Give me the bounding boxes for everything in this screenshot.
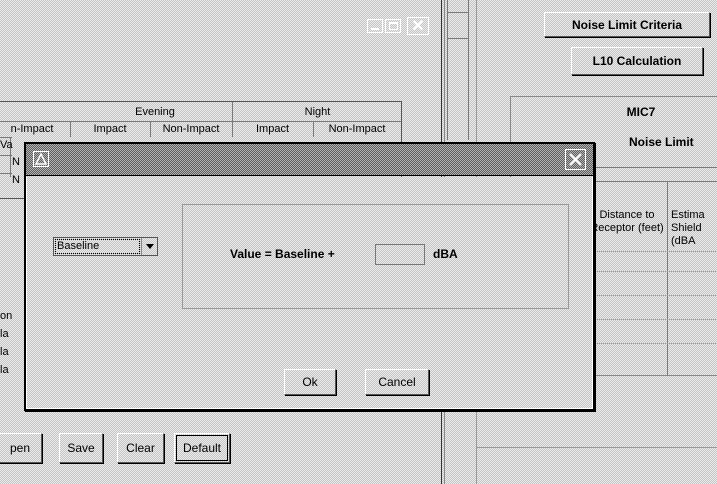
chevron-down-icon[interactable] bbox=[141, 238, 157, 255]
noise-limit-label: Noise Limit bbox=[629, 135, 694, 149]
row-fragment: la bbox=[0, 346, 9, 358]
right-window-bottom-line bbox=[476, 447, 717, 448]
l10-calculation-button[interactable]: L10 Calculation bbox=[571, 47, 703, 75]
dialog-close-icon[interactable] bbox=[565, 149, 586, 170]
scrollbar-line bbox=[448, 12, 468, 13]
cancel-button[interactable]: Cancel bbox=[365, 369, 429, 395]
minimize-icon[interactable] bbox=[367, 19, 383, 33]
distance-column-header: Distance to Receptor (feet) bbox=[590, 209, 664, 234]
lower-table-fragment: on la la la bbox=[0, 308, 14, 388]
close-icon[interactable]: ✕ bbox=[407, 17, 429, 35]
header-impact: Impact bbox=[93, 123, 127, 135]
dialog-titlebar bbox=[26, 144, 593, 176]
app-icon bbox=[33, 151, 49, 167]
noise-limit-criteria-button[interactable]: Noise Limit Criteria bbox=[544, 12, 710, 37]
baseline-dialog: Baseline Value = Baseline + dBA Ok Cance… bbox=[24, 142, 595, 411]
maximize-icon[interactable] bbox=[385, 19, 401, 33]
scrollbar[interactable] bbox=[447, 0, 469, 140]
header-non-impact-partial: n-Impact bbox=[10, 123, 54, 135]
ok-button[interactable]: Ok bbox=[284, 369, 336, 395]
value-input[interactable] bbox=[375, 244, 425, 265]
baseline-dropdown[interactable]: Baseline bbox=[53, 237, 158, 256]
row-fragment: on bbox=[0, 310, 13, 322]
header-non-impact-night: Non-Impact bbox=[328, 123, 386, 135]
header-non-impact: Non-Impact bbox=[162, 123, 220, 135]
table-row-line bbox=[0, 137, 12, 138]
save-button[interactable]: Save bbox=[59, 433, 103, 463]
unit-label: dBA bbox=[433, 247, 458, 261]
formula-group: Value = Baseline + dBA bbox=[182, 204, 569, 309]
header-night: Night bbox=[304, 106, 331, 118]
row-fragment: la bbox=[0, 364, 9, 376]
table-header-divider bbox=[0, 121, 401, 122]
formula-label: Value = Baseline + bbox=[230, 247, 335, 261]
estimate-column-header: Estima Shield (dBA bbox=[671, 209, 705, 247]
row-fragment: Va bbox=[0, 139, 13, 151]
table-row-line bbox=[0, 173, 12, 174]
header-impact-night: Impact bbox=[255, 123, 289, 135]
open-button[interactable]: pen bbox=[0, 433, 42, 463]
dialog-body: Baseline Value = Baseline + dBA Ok Cance… bbox=[26, 177, 593, 409]
header-evening: Evening bbox=[135, 106, 175, 118]
table-row-line bbox=[0, 155, 12, 156]
panel-col-line bbox=[667, 181, 668, 376]
clear-button[interactable]: Clear bbox=[117, 433, 164, 463]
row-fragment: la bbox=[0, 328, 9, 340]
station-label: MIC7 bbox=[626, 105, 656, 119]
default-button[interactable]: Default bbox=[174, 433, 230, 463]
baseline-dropdown-value: Baseline bbox=[54, 238, 141, 255]
scrollbar-line bbox=[448, 38, 468, 39]
